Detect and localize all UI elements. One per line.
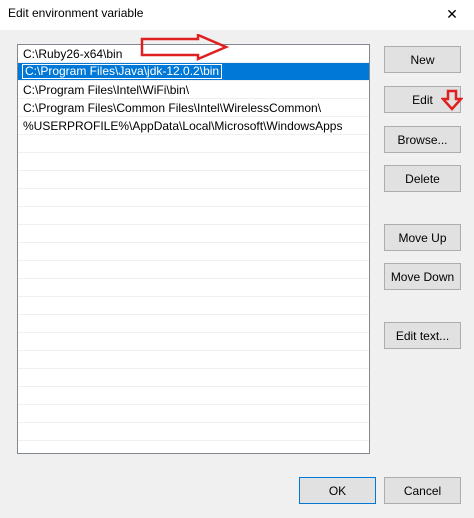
list-item-label: C:\Program Files\Intel\WiFi\bin\ <box>23 83 190 97</box>
list-item-empty[interactable] <box>18 207 369 225</box>
new-button[interactable]: New <box>384 46 461 73</box>
list-item-label: C:\Program Files\Common Files\Intel\Wire… <box>23 101 322 115</box>
ok-button[interactable]: OK <box>299 477 376 504</box>
list-item-empty[interactable] <box>18 297 369 315</box>
list-item-label: %USERPROFILE%\AppData\Local\Microsoft\Wi… <box>23 119 343 133</box>
move-down-button[interactable]: Move Down <box>384 263 461 290</box>
list-item-empty[interactable] <box>18 243 369 261</box>
annotation-arrow-edit-icon <box>441 89 463 111</box>
cancel-button[interactable]: Cancel <box>384 477 461 504</box>
list-item-label: C:\Ruby26-x64\bin <box>23 47 123 61</box>
delete-button[interactable]: Delete <box>384 165 461 192</box>
window-title: Edit environment variable <box>8 6 144 20</box>
edit-text-button[interactable]: Edit text... <box>384 322 461 349</box>
title-bar: Edit environment variable ✕ <box>0 0 474 30</box>
list-item-empty[interactable] <box>18 423 369 441</box>
list-item-empty[interactable] <box>18 351 369 369</box>
path-list[interactable]: C:\Ruby26-x64\bin C:\Program Files\Java\… <box>17 44 370 454</box>
list-item-empty[interactable] <box>18 405 369 423</box>
list-item-empty[interactable] <box>18 135 369 153</box>
list-item-empty[interactable] <box>18 261 369 279</box>
list-item-empty[interactable] <box>18 225 369 243</box>
edit-button-label: Edit <box>412 92 433 107</box>
inline-edit-field[interactable]: C:\Program Files\Java\jdk-12.0.2\bin <box>22 64 223 79</box>
list-item-empty[interactable] <box>18 189 369 207</box>
list-item-empty[interactable] <box>18 315 369 333</box>
close-icon[interactable]: ✕ <box>432 2 472 26</box>
move-up-button[interactable]: Move Up <box>384 224 461 251</box>
list-item-empty[interactable] <box>18 153 369 171</box>
list-item-empty[interactable] <box>18 369 369 387</box>
list-item[interactable]: C:\Program Files\Intel\WiFi\bin\ <box>18 81 369 99</box>
list-item-empty[interactable] <box>18 387 369 405</box>
list-item-empty[interactable] <box>18 171 369 189</box>
list-item[interactable]: C:\Program Files\Common Files\Intel\Wire… <box>18 99 369 117</box>
list-item-empty[interactable] <box>18 279 369 297</box>
list-item-empty[interactable] <box>18 333 369 351</box>
list-item[interactable]: %USERPROFILE%\AppData\Local\Microsoft\Wi… <box>18 117 369 135</box>
browse-button[interactable]: Browse... <box>384 126 461 153</box>
annotation-arrow-down-icon <box>140 34 230 61</box>
